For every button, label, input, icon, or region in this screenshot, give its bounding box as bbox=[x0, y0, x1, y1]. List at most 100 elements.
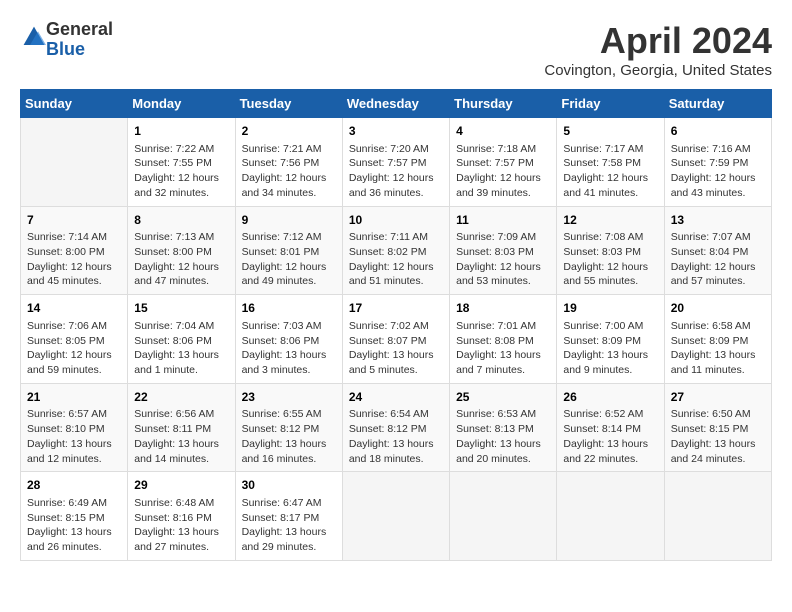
logo: General Blue bbox=[20, 20, 113, 60]
day-info: Sunrise: 6:53 AMSunset: 8:13 PMDaylight:… bbox=[456, 407, 550, 466]
calendar-week-row: 1Sunrise: 7:22 AMSunset: 7:55 PMDaylight… bbox=[21, 118, 772, 207]
day-info: Sunrise: 7:16 AMSunset: 7:59 PMDaylight:… bbox=[671, 142, 765, 201]
day-info: Sunrise: 7:12 AMSunset: 8:01 PMDaylight:… bbox=[242, 230, 336, 289]
calendar-cell: 21Sunrise: 6:57 AMSunset: 8:10 PMDayligh… bbox=[21, 383, 128, 472]
calendar-cell: 13Sunrise: 7:07 AMSunset: 8:04 PMDayligh… bbox=[664, 206, 771, 295]
day-number: 26 bbox=[563, 389, 657, 406]
calendar-cell: 9Sunrise: 7:12 AMSunset: 8:01 PMDaylight… bbox=[235, 206, 342, 295]
day-info: Sunrise: 7:03 AMSunset: 8:06 PMDaylight:… bbox=[242, 319, 336, 378]
days-of-week-row: SundayMondayTuesdayWednesdayThursdayFrid… bbox=[21, 90, 772, 118]
day-info: Sunrise: 6:52 AMSunset: 8:14 PMDaylight:… bbox=[563, 407, 657, 466]
day-number: 10 bbox=[349, 212, 443, 229]
calendar-week-row: 14Sunrise: 7:06 AMSunset: 8:05 PMDayligh… bbox=[21, 295, 772, 384]
day-of-week-header: Tuesday bbox=[235, 90, 342, 118]
day-info: Sunrise: 7:02 AMSunset: 8:07 PMDaylight:… bbox=[349, 319, 443, 378]
calendar-week-row: 21Sunrise: 6:57 AMSunset: 8:10 PMDayligh… bbox=[21, 383, 772, 472]
day-number: 29 bbox=[134, 477, 228, 494]
day-info: Sunrise: 7:11 AMSunset: 8:02 PMDaylight:… bbox=[349, 230, 443, 289]
title-area: April 2024 Covington, Georgia, United St… bbox=[544, 20, 772, 79]
day-info: Sunrise: 6:55 AMSunset: 8:12 PMDaylight:… bbox=[242, 407, 336, 466]
day-number: 18 bbox=[456, 300, 550, 317]
day-number: 3 bbox=[349, 123, 443, 140]
logo-icon bbox=[22, 25, 46, 49]
calendar-cell: 3 Sunrise: 7:20 AMSunset: 7:57 PMDaylight… bbox=[342, 118, 449, 207]
calendar-cell: 2Sunrise: 7:21 AMSunset: 7:56 PMDaylight… bbox=[235, 118, 342, 207]
calendar-cell: 17 Sunrise: 7:02 AMSunset: 8:07 PMDayligh… bbox=[342, 295, 449, 384]
day-info: Sunrise: 6:50 AMSunset: 8:15 PMDaylight:… bbox=[671, 407, 765, 466]
day-number: 22 bbox=[134, 389, 228, 406]
day-of-week-header: Friday bbox=[557, 90, 664, 118]
day-number: 8 bbox=[134, 212, 228, 229]
calendar-cell: 7Sunrise: 7:14 AMSunset: 8:00 PMDaylight… bbox=[21, 206, 128, 295]
calendar-cell: 4 Sunrise: 7:18 AMSunset: 7:57 PMDaylight… bbox=[450, 118, 557, 207]
calendar-cell: 18 Sunrise: 7:01 AMSunset: 8:08 PMDayligh… bbox=[450, 295, 557, 384]
day-number: 7 bbox=[27, 212, 121, 229]
day-info: Sunrise: 7:04 AMSunset: 8:06 PMDaylight:… bbox=[134, 319, 228, 378]
day-number: 17 bbox=[349, 300, 443, 317]
day-info: Sunrise: 7:06 AMSunset: 8:05 PMDaylight:… bbox=[27, 319, 121, 378]
calendar-cell: 30Sunrise: 6:47 AMSunset: 8:17 PMDayligh… bbox=[235, 472, 342, 561]
calendar-cell: 12Sunrise: 7:08 AMSunset: 8:03 PMDayligh… bbox=[557, 206, 664, 295]
calendar-cell: 6 Sunrise: 7:16 AMSunset: 7:59 PMDaylight… bbox=[664, 118, 771, 207]
calendar-cell: 28 Sunrise: 6:49 AMSunset: 8:15 PMDayligh… bbox=[21, 472, 128, 561]
day-info: Sunrise: 7:00 AMSunset: 8:09 PMDaylight:… bbox=[563, 319, 657, 378]
calendar-cell: 16 Sunrise: 7:03 AMSunset: 8:06 PMDayligh… bbox=[235, 295, 342, 384]
calendar-cell: 8Sunrise: 7:13 AMSunset: 8:00 PMDaylight… bbox=[128, 206, 235, 295]
day-info: Sunrise: 6:49 AMSunset: 8:15 PMDaylight:… bbox=[27, 496, 121, 555]
calendar-cell: 26Sunrise: 6:52 AMSunset: 8:14 PMDayligh… bbox=[557, 383, 664, 472]
calendar-week-row: 28 Sunrise: 6:49 AMSunset: 8:15 PMDayligh… bbox=[21, 472, 772, 561]
day-number: 20 bbox=[671, 300, 765, 317]
day-info: Sunrise: 7:18 AMSunset: 7:57 PMDaylight:… bbox=[456, 142, 550, 201]
calendar-cell bbox=[21, 118, 128, 207]
day-number: 16 bbox=[242, 300, 336, 317]
day-info: Sunrise: 6:58 AMSunset: 8:09 PMDaylight:… bbox=[671, 319, 765, 378]
calendar-cell: 29 Sunrise: 6:48 AMSunset: 8:16 PMDayligh… bbox=[128, 472, 235, 561]
calendar-cell: 23Sunrise: 6:55 AMSunset: 8:12 PMDayligh… bbox=[235, 383, 342, 472]
day-number: 6 bbox=[671, 123, 765, 140]
calendar-table: SundayMondayTuesdayWednesdayThursdayFrid… bbox=[20, 89, 772, 561]
day-number: 5 bbox=[563, 123, 657, 140]
day-number: 21 bbox=[27, 389, 121, 406]
day-info: Sunrise: 7:09 AMSunset: 8:03 PMDaylight:… bbox=[456, 230, 550, 289]
day-number: 11 bbox=[456, 212, 550, 229]
day-info: Sunrise: 7:17 AMSunset: 7:58 PMDaylight:… bbox=[563, 142, 657, 201]
day-info: Sunrise: 6:47 AMSunset: 8:17 PMDaylight:… bbox=[242, 496, 336, 555]
day-info: Sunrise: 7:20 AMSunset: 7:57 PMDaylight:… bbox=[349, 142, 443, 201]
calendar-cell: 19 Sunrise: 7:00 AMSunset: 8:09 PMDayligh… bbox=[557, 295, 664, 384]
calendar-body: 1Sunrise: 7:22 AMSunset: 7:55 PMDaylight… bbox=[21, 118, 772, 561]
day-number: 24 bbox=[349, 389, 443, 406]
calendar-cell: 14Sunrise: 7:06 AMSunset: 8:05 PMDayligh… bbox=[21, 295, 128, 384]
calendar-cell: 5 Sunrise: 7:17 AMSunset: 7:58 PMDaylight… bbox=[557, 118, 664, 207]
calendar-cell bbox=[557, 472, 664, 561]
day-info: Sunrise: 6:48 AMSunset: 8:16 PMDaylight:… bbox=[134, 496, 228, 555]
day-number: 15 bbox=[134, 300, 228, 317]
day-info: Sunrise: 7:08 AMSunset: 8:03 PMDaylight:… bbox=[563, 230, 657, 289]
calendar-cell: 20 Sunrise: 6:58 AMSunset: 8:09 PMDayligh… bbox=[664, 295, 771, 384]
calendar-cell: 10Sunrise: 7:11 AMSunset: 8:02 PMDayligh… bbox=[342, 206, 449, 295]
day-number: 25 bbox=[456, 389, 550, 406]
calendar-cell bbox=[450, 472, 557, 561]
day-info: Sunrise: 6:54 AMSunset: 8:12 PMDaylight:… bbox=[349, 407, 443, 466]
page-header: General Blue April 2024 Covington, Georg… bbox=[20, 20, 772, 79]
day-number: 2 bbox=[242, 123, 336, 140]
calendar-cell: 27Sunrise: 6:50 AMSunset: 8:15 PMDayligh… bbox=[664, 383, 771, 472]
day-info: Sunrise: 7:01 AMSunset: 8:08 PMDaylight:… bbox=[456, 319, 550, 378]
day-number: 27 bbox=[671, 389, 765, 406]
day-info: Sunrise: 7:13 AMSunset: 8:00 PMDaylight:… bbox=[134, 230, 228, 289]
day-number: 1 bbox=[134, 123, 228, 140]
day-number: 12 bbox=[563, 212, 657, 229]
day-info: Sunrise: 7:14 AMSunset: 8:00 PMDaylight:… bbox=[27, 230, 121, 289]
calendar-cell bbox=[342, 472, 449, 561]
day-number: 9 bbox=[242, 212, 336, 229]
calendar-week-row: 7Sunrise: 7:14 AMSunset: 8:00 PMDaylight… bbox=[21, 206, 772, 295]
day-of-week-header: Sunday bbox=[21, 90, 128, 118]
day-number: 28 bbox=[27, 477, 121, 494]
day-info: Sunrise: 7:07 AMSunset: 8:04 PMDaylight:… bbox=[671, 230, 765, 289]
day-of-week-header: Thursday bbox=[450, 90, 557, 118]
calendar-cell: 1Sunrise: 7:22 AMSunset: 7:55 PMDaylight… bbox=[128, 118, 235, 207]
day-info: Sunrise: 6:57 AMSunset: 8:10 PMDaylight:… bbox=[27, 407, 121, 466]
day-number: 19 bbox=[563, 300, 657, 317]
day-of-week-header: Wednesday bbox=[342, 90, 449, 118]
day-number: 4 bbox=[456, 123, 550, 140]
calendar-cell: 24Sunrise: 6:54 AMSunset: 8:12 PMDayligh… bbox=[342, 383, 449, 472]
